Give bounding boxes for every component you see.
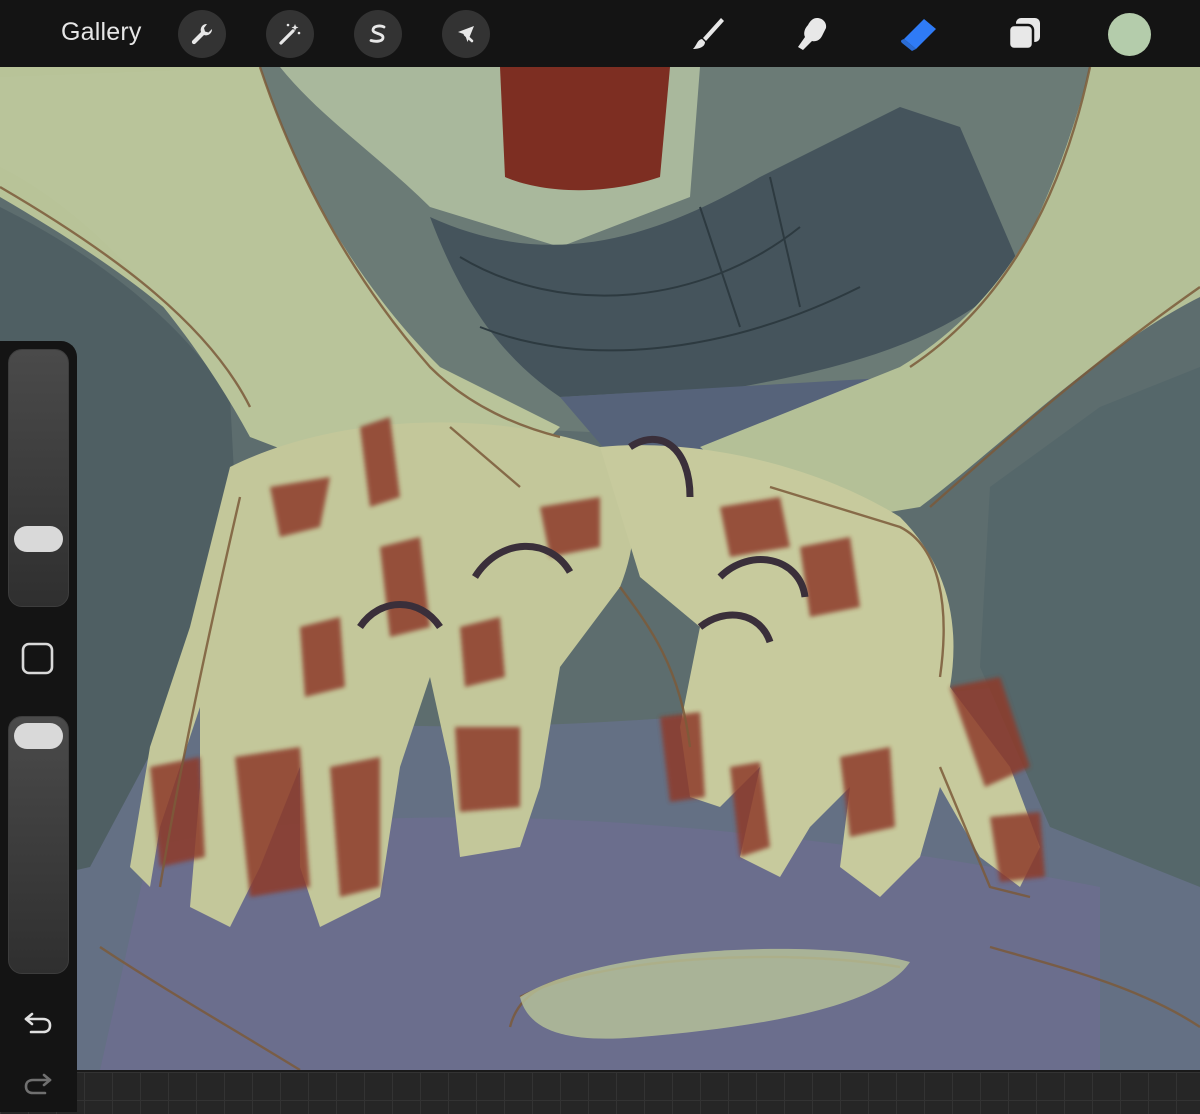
drawing-canvas[interactable] bbox=[0, 67, 1200, 1070]
adjustments-button[interactable] bbox=[266, 10, 314, 58]
artwork-illustration bbox=[0, 67, 1200, 1070]
layers-icon bbox=[1007, 18, 1040, 51]
top-toolbar: Gallery bbox=[0, 0, 1200, 67]
color-swatch-button[interactable] bbox=[1108, 13, 1151, 56]
opacity-thumb[interactable] bbox=[14, 723, 63, 749]
square-icon bbox=[21, 642, 54, 675]
eraser-icon bbox=[900, 19, 936, 51]
wrench-icon bbox=[191, 23, 213, 45]
brush-icon bbox=[693, 18, 724, 49]
modify-button[interactable] bbox=[21, 642, 54, 675]
redo-button[interactable] bbox=[22, 1067, 54, 1099]
actions-button[interactable] bbox=[178, 10, 226, 58]
undo-arrow-icon bbox=[24, 1012, 52, 1034]
arrow-cursor-icon bbox=[458, 26, 474, 43]
undo-button[interactable] bbox=[22, 1006, 54, 1038]
smudge-button[interactable] bbox=[788, 10, 838, 58]
redo-arrow-icon bbox=[24, 1073, 52, 1095]
left-sidebar bbox=[0, 341, 77, 1112]
magic-wand-icon bbox=[279, 23, 301, 45]
brush-button[interactable] bbox=[683, 10, 733, 58]
selection-s-icon bbox=[369, 24, 386, 43]
gallery-button[interactable]: Gallery bbox=[61, 18, 142, 47]
canvas-bottom-strip bbox=[0, 1070, 1200, 1114]
brush-size-thumb[interactable] bbox=[14, 526, 63, 553]
selection-button[interactable] bbox=[354, 10, 402, 58]
layers-button[interactable] bbox=[999, 10, 1049, 58]
transform-button[interactable] bbox=[442, 10, 490, 58]
brush-size-slider[interactable] bbox=[8, 349, 69, 607]
eraser-button[interactable] bbox=[893, 10, 943, 58]
opacity-slider[interactable] bbox=[8, 716, 69, 974]
smudge-finger-icon bbox=[798, 18, 827, 50]
